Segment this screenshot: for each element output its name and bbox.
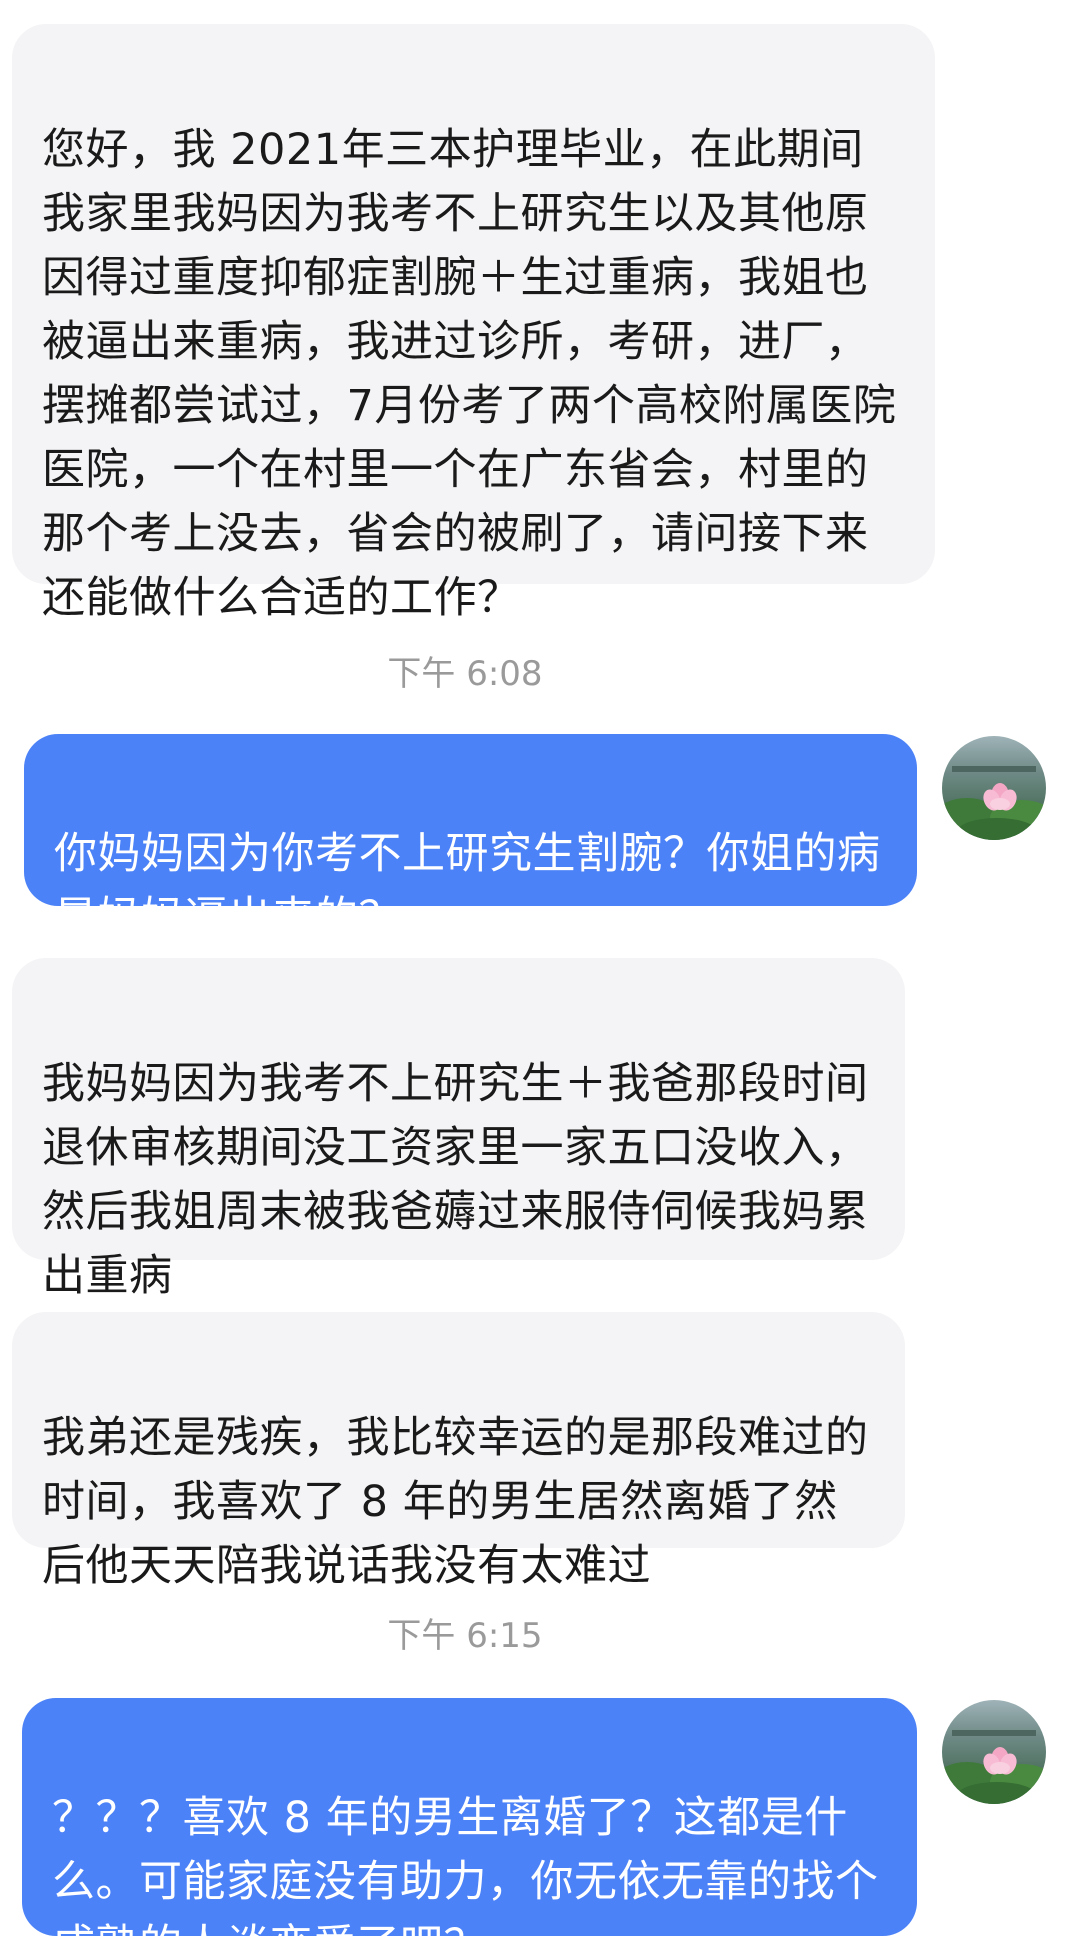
outgoing-message-bubble[interactable]: 你妈妈因为你考不上研究生割腕？你姐的病是妈妈逼出来的？ — [24, 734, 917, 943]
lotus-avatar-icon — [942, 736, 1046, 840]
message-text: ？？？喜欢 8 年的男生离婚了？这都是什么。可能家庭没有助力，你无依无靠的找个成… — [52, 1793, 879, 1957]
message-text: 您好，我 2021年三本护理毕业，在此期间我家里我妈因为我考不上研究生以及其他原… — [42, 125, 897, 623]
incoming-message-bubble[interactable]: 我妈妈因为我考不上研究生＋我爸那段时间退休审核期间没工资家里一家五口没收入，然后… — [12, 958, 905, 1301]
message-text: 我弟还是残疾，我比较幸运的是那段难过的时间，我喜欢了 8 年的男生居然离婚了然后… — [42, 1413, 869, 1591]
message-text: 你妈妈因为你考不上研究生割腕？你姐的病是妈妈逼出来的？ — [54, 829, 881, 943]
outgoing-message-bubble[interactable]: ？？？喜欢 8 年的男生离婚了？这都是什么。可能家庭没有助力，你无依无靠的找个成… — [22, 1698, 917, 1957]
message-text: 我妈妈因为我考不上研究生＋我爸那段时间退休审核期间没工资家里一家五口没收入，然后… — [42, 1059, 869, 1301]
avatar[interactable] — [942, 1700, 1046, 1804]
avatar[interactable] — [942, 736, 1046, 840]
lotus-avatar-icon — [942, 1700, 1046, 1804]
incoming-message-bubble[interactable]: 我弟还是残疾，我比较幸运的是那段难过的时间，我喜欢了 8 年的男生居然离婚了然后… — [12, 1312, 905, 1591]
chat-thread: 您好，我 2021年三本护理毕业，在此期间我家里我妈因为我考不上研究生以及其他原… — [0, 0, 1080, 1957]
timestamp: 下午 6:08 — [387, 654, 543, 694]
timestamp: 下午 6:15 — [387, 1616, 543, 1656]
incoming-message-bubble[interactable]: 您好，我 2021年三本护理毕业，在此期间我家里我妈因为我考不上研究生以及其他原… — [12, 24, 935, 623]
